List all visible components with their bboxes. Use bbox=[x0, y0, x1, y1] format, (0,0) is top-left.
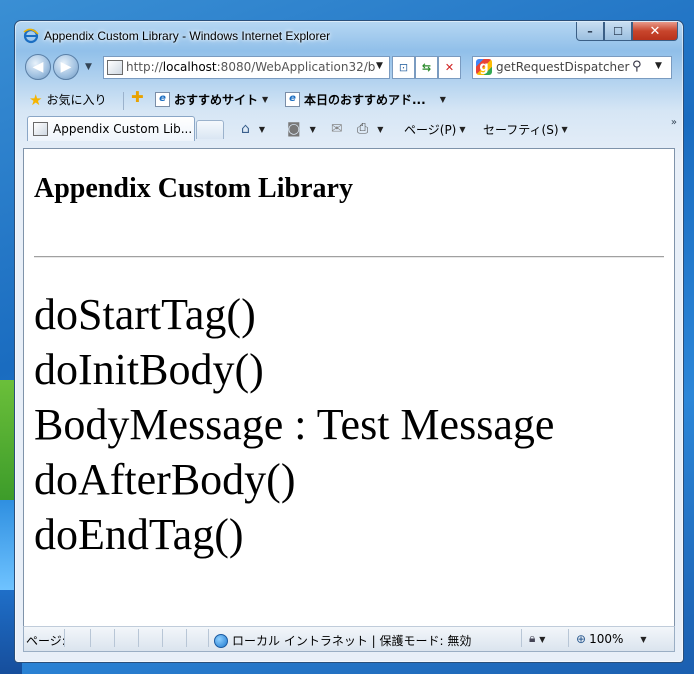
new-tab-button[interactable] bbox=[196, 120, 224, 139]
protected-mode-button[interactable]: 🔒︎ ▼ bbox=[529, 631, 545, 646]
search-box[interactable]: g getRequestDispatcher ⚲ ▼ bbox=[472, 56, 672, 79]
status-divider bbox=[186, 629, 187, 647]
title-bar[interactable]: Appendix Custom Library - Windows Intern… bbox=[15, 21, 683, 49]
minimize-button[interactable]: – bbox=[576, 22, 604, 41]
zoom-button[interactable]: ⊕ 100% ▼ bbox=[576, 632, 647, 646]
navigation-bar: ◀ ▶ ▼ http://localhost:8080/WebApplicati… bbox=[15, 51, 683, 83]
chevron-down-icon: ▼ bbox=[459, 125, 466, 134]
compatibility-view-button[interactable]: ⊡ bbox=[392, 56, 415, 79]
favorites-label: お気に入り bbox=[46, 93, 107, 107]
forward-arrow-icon: ▶ bbox=[60, 59, 72, 75]
favorites-button[interactable]: ★ お気に入り bbox=[29, 91, 106, 108]
rss-icon: ◙ bbox=[287, 121, 301, 137]
printer-icon: ⎙ bbox=[357, 121, 369, 137]
zoom-level: 100% bbox=[589, 632, 624, 646]
add-favorites-button[interactable]: ✚ bbox=[131, 88, 144, 106]
maximize-button[interactable]: ☐ bbox=[604, 22, 632, 41]
chevron-down-icon: ▼ bbox=[377, 124, 384, 134]
page-icon bbox=[33, 122, 48, 136]
toolbar-overflow-icon[interactable]: » bbox=[671, 117, 677, 128]
chevron-down-icon: ▼ bbox=[561, 125, 568, 134]
close-button[interactable]: ✕ bbox=[632, 22, 678, 41]
chevron-down-icon: ▼ bbox=[539, 635, 546, 644]
search-input[interactable]: getRequestDispatcher bbox=[496, 60, 629, 74]
security-zone[interactable]: ローカル イントラネット | 保護モード: 無効 bbox=[214, 632, 471, 649]
chevron-down-icon: ▼ bbox=[640, 634, 647, 644]
page-menu-button[interactable]: ページ(P) ▼ bbox=[404, 121, 466, 138]
chevron-down-icon: ▼ bbox=[258, 124, 266, 134]
ie-logo-icon bbox=[23, 28, 39, 44]
status-divider bbox=[64, 629, 65, 647]
refresh-icon: ⇆ bbox=[421, 61, 432, 74]
search-icon[interactable]: ⚲ bbox=[632, 59, 642, 74]
stop-button[interactable]: ✕ bbox=[438, 56, 461, 79]
suggested-sites-link[interactable]: e おすすめサイト ▼ bbox=[155, 91, 268, 108]
suggested-sites-label: おすすめサイト bbox=[174, 93, 259, 107]
chevron-down-icon: ▼ bbox=[262, 95, 269, 104]
window-title: Appendix Custom Library - Windows Intern… bbox=[44, 29, 331, 43]
status-divider bbox=[138, 629, 139, 647]
chevron-down-icon: ▼ bbox=[439, 95, 446, 104]
home-icon: ⌂ bbox=[241, 121, 250, 137]
ie-page-icon: e bbox=[155, 92, 170, 107]
todays-addon-label: 本日のおすすめアド... bbox=[304, 93, 426, 107]
tab-appendix-custom-library[interactable]: Appendix Custom Lib... bbox=[27, 116, 195, 141]
add-favorite-star-icon: ✚ bbox=[131, 88, 144, 106]
status-divider bbox=[568, 629, 569, 647]
stop-icon: ✕ bbox=[444, 61, 455, 74]
status-text: ページ: bbox=[26, 634, 66, 648]
page-menu-label: ページ(P) bbox=[404, 123, 457, 137]
output-lines: doStartTag() doInitBody() BodyMessage : … bbox=[34, 287, 554, 562]
output-line: doStartTag() bbox=[34, 290, 256, 339]
forward-button[interactable]: ▶ bbox=[53, 54, 79, 80]
status-bar: ページ: ローカル イントラネット | 保護モード: 無効 🔒︎ ▼ ⊕ 100… bbox=[23, 626, 675, 652]
page-heading: Appendix Custom Library bbox=[34, 173, 353, 204]
status-divider bbox=[208, 629, 209, 647]
todays-addon-link[interactable]: e 本日のおすすめアド... ▼ bbox=[285, 91, 446, 108]
ie-page-icon: e bbox=[285, 92, 300, 107]
refresh-button[interactable]: ⇆ bbox=[415, 56, 438, 79]
safety-menu-label: セーフティ(S) bbox=[483, 123, 559, 137]
page-icon bbox=[107, 60, 123, 75]
print-button[interactable]: ⎙ ▼ bbox=[357, 121, 383, 137]
compatibility-icon: ⊡ bbox=[398, 61, 409, 74]
horizontal-rule bbox=[34, 256, 664, 258]
address-bar[interactable]: http://localhost:8080/WebApplication32/b… bbox=[103, 56, 390, 79]
status-divider bbox=[521, 629, 522, 647]
chevron-down-icon: ▼ bbox=[309, 124, 316, 134]
google-icon: g bbox=[476, 59, 492, 75]
zoom-icon: ⊕ bbox=[576, 632, 587, 646]
recent-pages-dropdown[interactable]: ▼ bbox=[85, 62, 92, 72]
divider bbox=[123, 92, 124, 110]
home-button[interactable]: ⌂ ▼ bbox=[241, 121, 265, 137]
favorites-bar: ★ お気に入り ✚ e おすすめサイト ▼ e 本日のおすすめアド... ▼ bbox=[15, 87, 683, 111]
search-dropdown-icon[interactable]: ▼ bbox=[655, 61, 662, 71]
status-divider bbox=[162, 629, 163, 647]
tab-row: Appendix Custom Lib... ⌂ ▼ ◙ ▼ ✉ ⎙ ▼ ページ… bbox=[15, 114, 683, 142]
feeds-button[interactable]: ◙ ▼ bbox=[287, 121, 316, 137]
zone-label: ローカル イントラネット | 保護モード: 無効 bbox=[232, 634, 472, 648]
status-divider bbox=[114, 629, 115, 647]
page-content: Appendix Custom Library doStartTag() doI… bbox=[23, 148, 675, 628]
back-button[interactable]: ◀ bbox=[25, 54, 51, 80]
address-dropdown-icon[interactable]: ▼ bbox=[376, 61, 383, 71]
output-line: doEndTag() bbox=[34, 510, 244, 559]
mail-icon: ✉ bbox=[331, 121, 343, 137]
status-divider bbox=[90, 629, 91, 647]
tab-label: Appendix Custom Lib... bbox=[53, 122, 193, 136]
back-arrow-icon: ◀ bbox=[32, 59, 44, 75]
star-icon: ★ bbox=[29, 90, 43, 109]
output-line: doAfterBody() bbox=[34, 455, 296, 504]
output-line: doInitBody() bbox=[34, 345, 264, 394]
address-url[interactable]: http://localhost:8080/WebApplication32/b bbox=[126, 60, 375, 74]
output-line: BodyMessage : Test Message bbox=[34, 400, 555, 449]
read-mail-button[interactable]: ✉ bbox=[331, 121, 343, 137]
browser-window: Appendix Custom Library - Windows Intern… bbox=[14, 20, 684, 663]
lock-icon: 🔒︎ bbox=[529, 631, 536, 645]
globe-icon bbox=[214, 633, 228, 648]
safety-menu-button[interactable]: セーフティ(S) ▼ bbox=[483, 121, 568, 138]
